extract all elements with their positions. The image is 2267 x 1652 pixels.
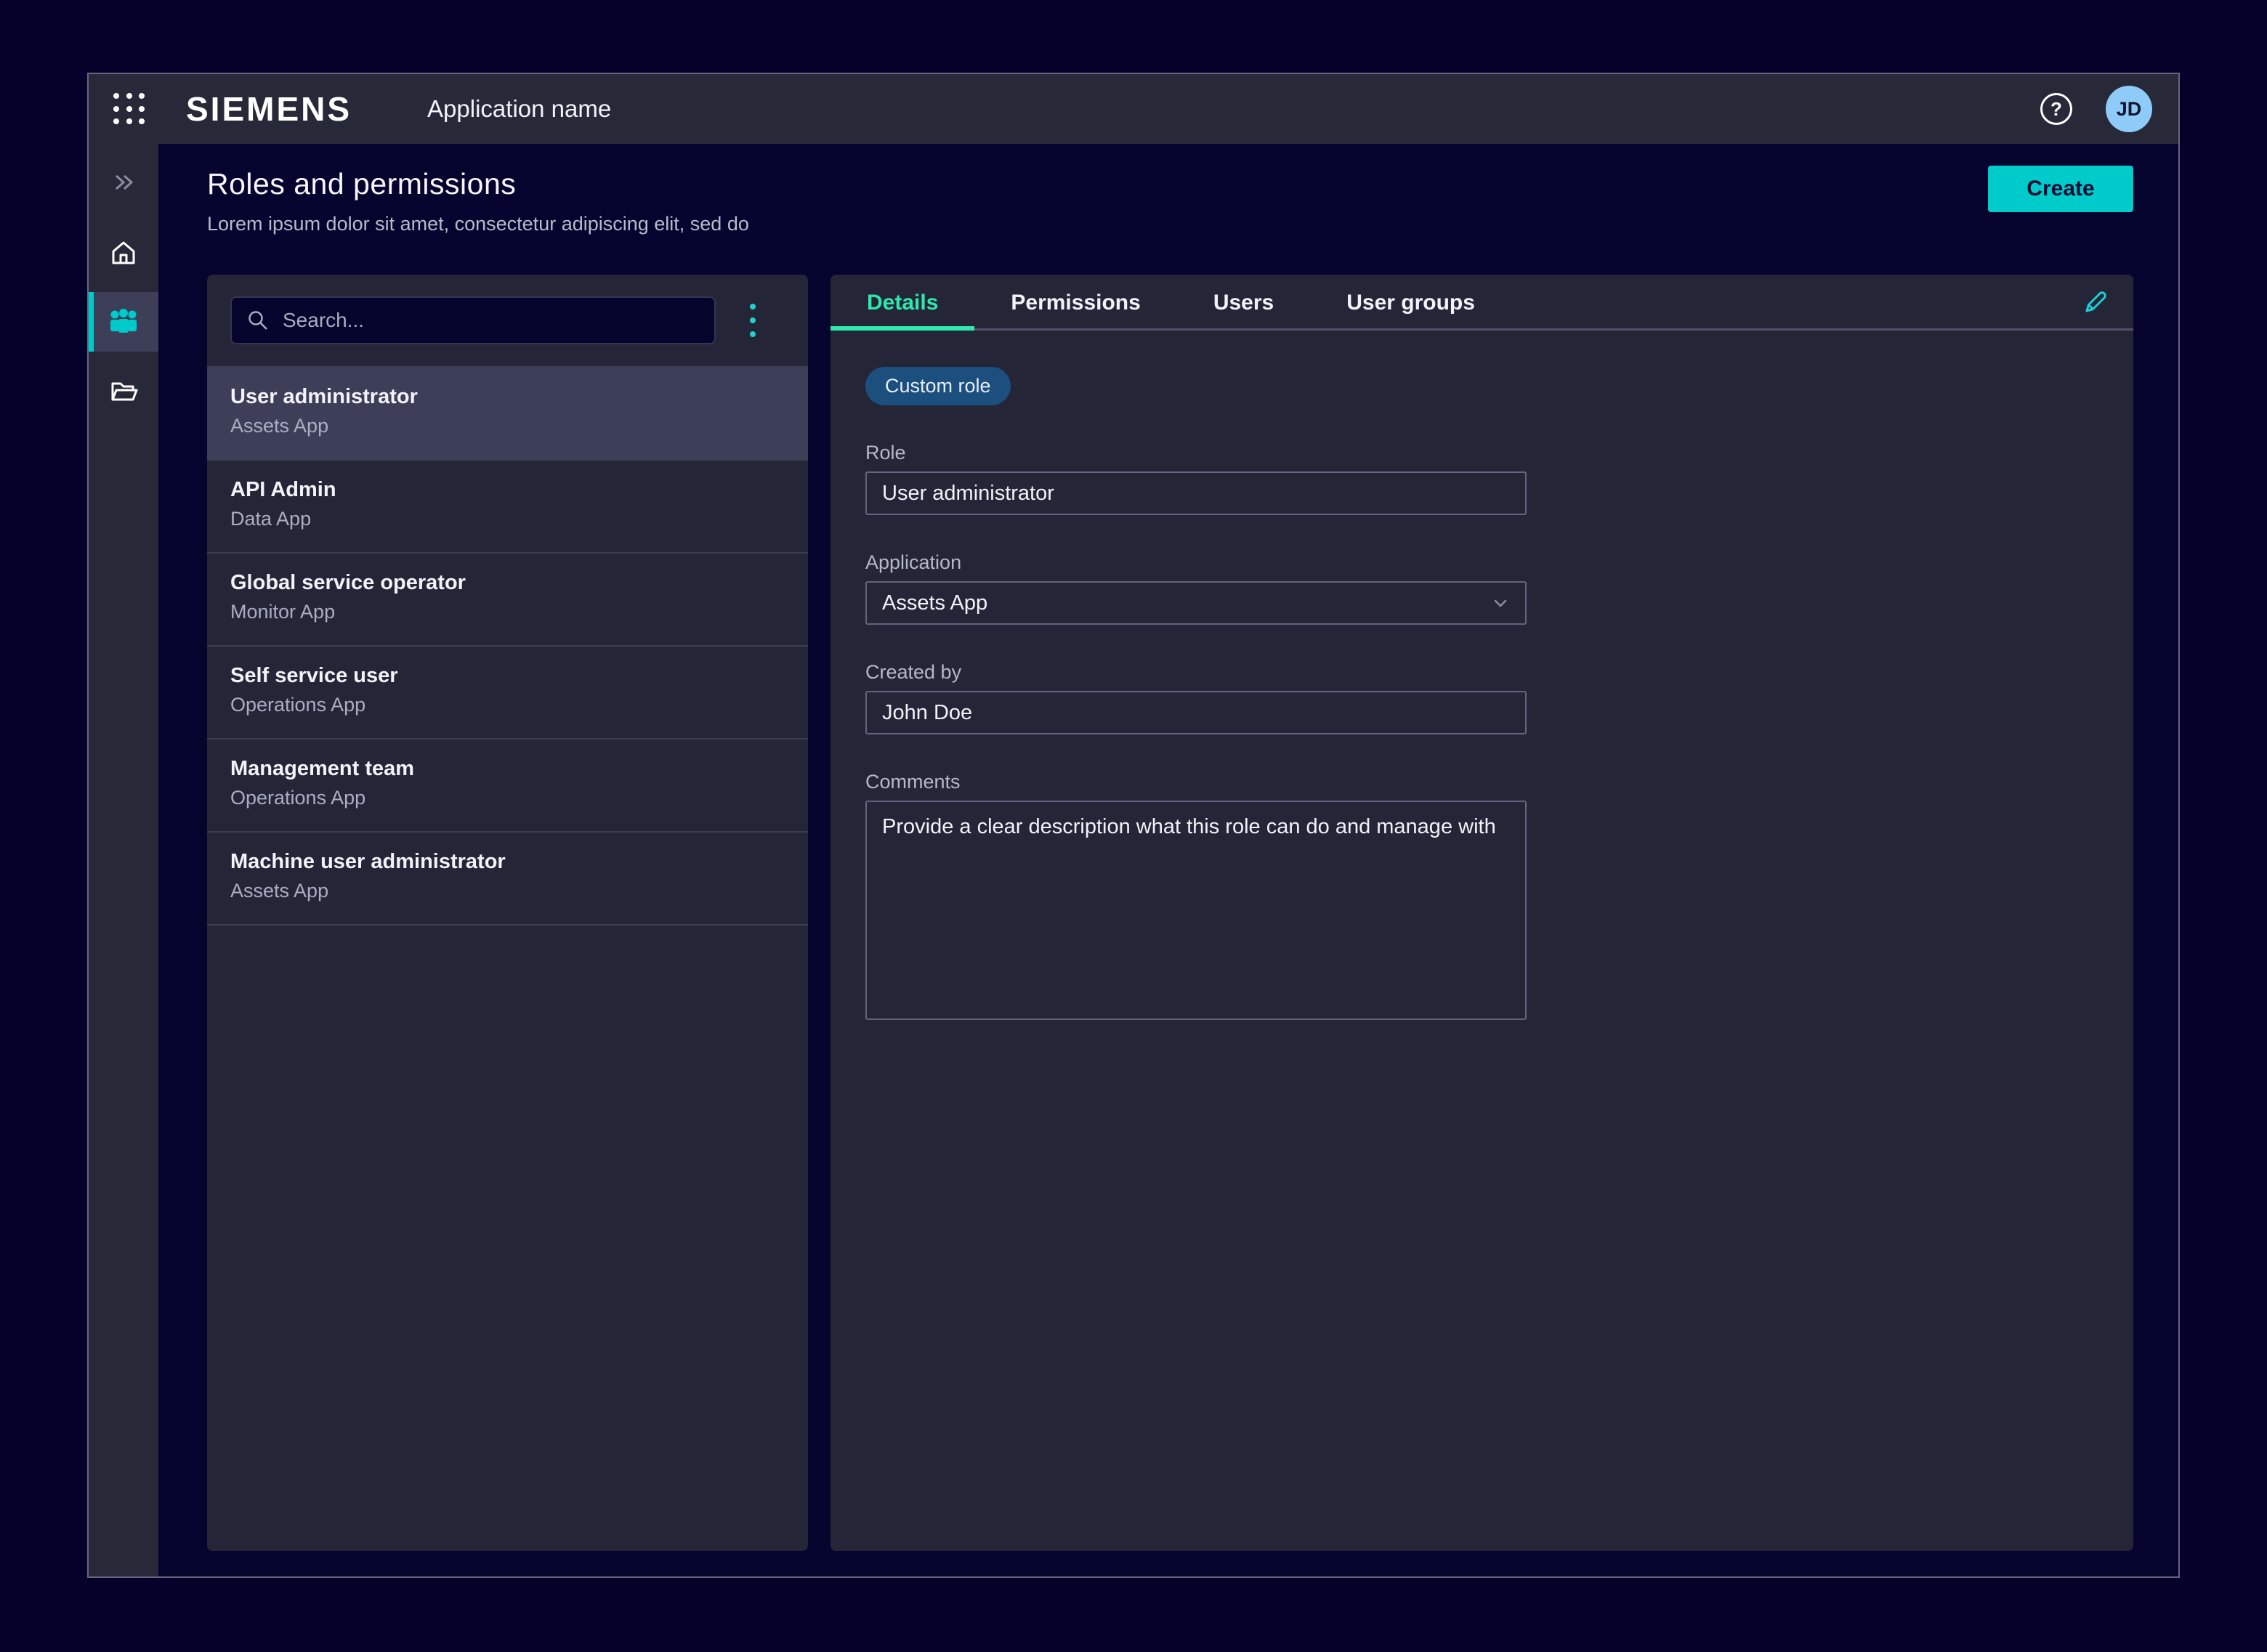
folder-icon	[108, 376, 140, 408]
application-select-value[interactable]	[865, 581, 1527, 625]
role-app: Operations App	[230, 694, 788, 716]
create-button[interactable]: Create	[1988, 166, 2133, 212]
role-name: User administrator	[230, 385, 788, 409]
created-by-input[interactable]	[865, 691, 1527, 734]
page-header: Roles and permissions Lorem ipsum dolor …	[207, 144, 2133, 275]
page-subtitle: Lorem ipsum dolor sit amet, consectetur …	[207, 213, 2133, 235]
application-name: Application name	[427, 95, 611, 123]
tab-permissions[interactable]: Permissions	[974, 275, 1176, 331]
list-item[interactable]: API Admin Data App	[207, 461, 808, 554]
list-item[interactable]: Global service operator Monitor App	[207, 554, 808, 647]
top-bar: SIEMENS Application name ? JD	[89, 74, 2178, 144]
role-name: Global service operator	[230, 571, 788, 595]
tab-details[interactable]: Details	[831, 275, 974, 331]
search-box[interactable]	[230, 296, 716, 344]
sidebar-item-home[interactable]	[89, 222, 158, 282]
list-item[interactable]: User administrator Assets App	[207, 368, 808, 461]
edit-button[interactable]	[2077, 283, 2114, 321]
list-item[interactable]: Self service user Operations App	[207, 647, 808, 740]
help-icon[interactable]: ?	[2040, 93, 2072, 125]
application-select[interactable]	[865, 581, 1527, 625]
comments-field-group: Comments Provide a clear description wha…	[865, 771, 2098, 1020]
roles-list: User administrator Assets App API Admin …	[207, 368, 808, 1551]
screenshot-root: SIEMENS Application name ? JD	[0, 0, 2267, 1652]
search-input[interactable]	[283, 309, 700, 332]
role-name: Management team	[230, 757, 788, 781]
tab-bar: Details Permissions Users User groups	[831, 275, 2133, 331]
custom-role-badge: Custom role	[865, 367, 1011, 405]
app-window: SIEMENS Application name ? JD	[87, 73, 2180, 1578]
created-by-field-group: Created by	[865, 661, 2098, 734]
sidebar	[89, 144, 158, 1576]
search-row	[207, 275, 808, 368]
search-icon	[246, 309, 270, 332]
created-by-label: Created by	[865, 661, 2098, 684]
application-field-group: Application	[865, 551, 2098, 625]
avatar[interactable]: JD	[2106, 86, 2152, 132]
kebab-menu-icon[interactable]	[737, 299, 769, 342]
role-app: Assets App	[230, 880, 788, 902]
role-name: API Admin	[230, 478, 788, 502]
role-label: Role	[865, 442, 2098, 464]
list-item[interactable]: Machine user administrator Assets App	[207, 833, 808, 926]
role-app: Operations App	[230, 787, 788, 809]
role-name: Self service user	[230, 664, 788, 688]
pencil-icon	[2080, 286, 2112, 318]
details-form: Custom role Role Application	[831, 331, 2133, 1551]
role-field-group: Role	[865, 442, 2098, 515]
siemens-logo: SIEMENS	[186, 89, 352, 129]
page-title: Roles and permissions	[207, 167, 2133, 201]
role-name: Machine user administrator	[230, 850, 788, 874]
panels-row: User administrator Assets App API Admin …	[207, 275, 2133, 1576]
comments-textarea[interactable]: Provide a clear description what this ro…	[865, 801, 1527, 1020]
roles-list-panel: User administrator Assets App API Admin …	[207, 275, 808, 1551]
user-group-icon	[107, 305, 140, 339]
details-panel: Details Permissions Users User groups	[831, 275, 2133, 1551]
tab-user-groups[interactable]: User groups	[1310, 275, 1511, 331]
comments-label: Comments	[865, 771, 2098, 793]
sidebar-item-roles[interactable]	[89, 292, 158, 352]
double-chevron-right-icon	[109, 168, 138, 197]
tab-users[interactable]: Users	[1177, 275, 1310, 331]
role-app: Assets App	[230, 415, 788, 437]
list-item[interactable]: Management team Operations App	[207, 740, 808, 833]
sidebar-expand-button[interactable]	[89, 153, 158, 212]
application-label: Application	[865, 551, 2098, 574]
role-app: Data App	[230, 508, 788, 530]
role-input[interactable]	[865, 471, 1527, 515]
app-launcher-icon[interactable]	[113, 93, 145, 125]
home-icon	[108, 236, 140, 268]
main-content: Roles and permissions Lorem ipsum dolor …	[158, 144, 2178, 1576]
sidebar-item-projects[interactable]	[89, 362, 158, 421]
role-app: Monitor App	[230, 601, 788, 623]
body-row: Roles and permissions Lorem ipsum dolor …	[89, 144, 2178, 1576]
